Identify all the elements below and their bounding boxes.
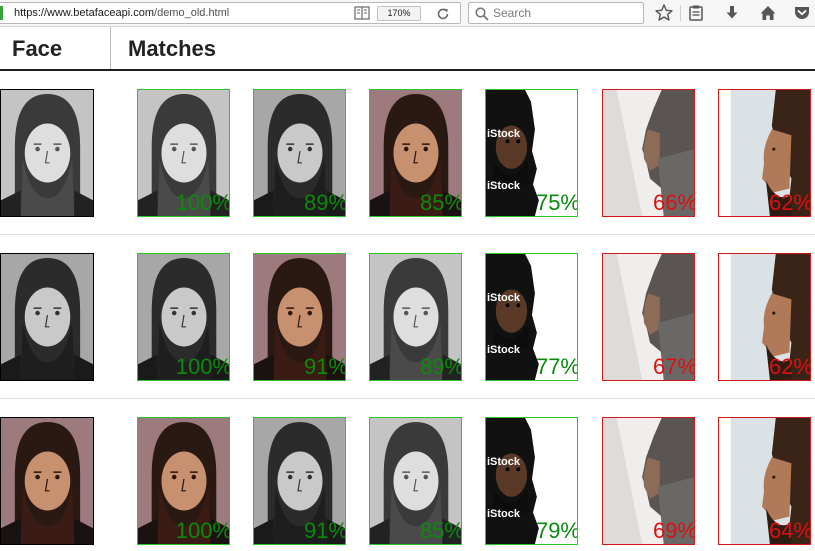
url-bar[interactable]: https://www.betafaceapi.com/demo_old.htm… xyxy=(0,2,461,24)
match-score: 89% xyxy=(419,354,462,379)
toolbar-separator xyxy=(680,5,681,21)
match-score: 69% xyxy=(652,518,695,543)
match-score: 75% xyxy=(535,190,578,215)
match-thumbnail[interactable]: 67% xyxy=(602,253,695,381)
match-thumbnail[interactable]: 89% xyxy=(253,89,346,217)
search-icon xyxy=(474,6,490,22)
row-separator xyxy=(0,234,815,235)
istock-watermark: iStock xyxy=(487,456,521,468)
istock-watermark: iStock xyxy=(487,344,521,356)
match-thumbnail[interactable]: 91% xyxy=(253,417,346,545)
matches-column-header: Matches xyxy=(128,36,217,61)
reading-list-icon[interactable] xyxy=(686,3,706,23)
browser-toolbar: https://www.betafaceapi.com/demo_old.htm… xyxy=(0,0,815,27)
match-score: 85% xyxy=(419,190,462,215)
istock-watermark: iStock xyxy=(487,128,521,140)
match-score: 64% xyxy=(768,518,811,543)
match-thumbnail[interactable]: 64% xyxy=(718,417,811,545)
match-score: 89% xyxy=(303,190,346,215)
url-host: https://www.betafaceapi.com xyxy=(14,7,155,19)
match-thumbnail[interactable]: 85% xyxy=(369,89,462,217)
reader-view-icon[interactable] xyxy=(354,6,370,20)
match-thumbnail[interactable]: 100% xyxy=(137,253,230,381)
match-thumbnail[interactable]: 89% xyxy=(369,253,462,381)
match-thumbnail[interactable]: iStock iStock 79% xyxy=(485,417,578,545)
match-score: 91% xyxy=(303,354,346,379)
match-score: 85% xyxy=(419,518,462,543)
match-thumbnail[interactable]: 62% xyxy=(718,253,811,381)
match-score: 100% xyxy=(175,354,230,379)
match-score: 67% xyxy=(652,354,695,379)
match-score: 100% xyxy=(175,518,230,543)
query-face-image[interactable] xyxy=(0,417,94,545)
header-rule xyxy=(0,69,815,71)
match-score: 79% xyxy=(535,518,578,543)
pocket-icon[interactable] xyxy=(792,3,812,23)
reload-icon[interactable] xyxy=(435,6,451,22)
match-thumbnail[interactable]: 85% xyxy=(369,417,462,545)
match-score: 62% xyxy=(768,190,811,215)
match-thumbnail[interactable]: 100% xyxy=(137,417,230,545)
home-icon[interactable] xyxy=(758,3,778,23)
download-icon[interactable] xyxy=(722,3,742,23)
match-score: 62% xyxy=(768,354,811,379)
url-text[interactable]: https://www.betafaceapi.com/demo_old.htm… xyxy=(14,7,229,19)
match-thumbnail[interactable]: iStock iStock 77% xyxy=(485,253,578,381)
search-input[interactable] xyxy=(493,5,641,21)
match-thumbnail[interactable]: 100% xyxy=(137,89,230,217)
row-separator xyxy=(0,398,815,399)
match-score: 91% xyxy=(303,518,346,543)
zoom-level-badge[interactable]: 170% xyxy=(377,6,421,21)
match-score: 100% xyxy=(175,190,230,215)
match-thumbnail[interactable]: 91% xyxy=(253,253,346,381)
face-column-header: Face xyxy=(12,36,63,61)
istock-watermark: iStock xyxy=(487,292,521,304)
url-path: /demo_old.html xyxy=(154,7,230,19)
match-thumbnail[interactable]: iStock iStock 75% xyxy=(485,89,578,217)
istock-watermark: iStock xyxy=(487,508,521,520)
istock-watermark: iStock xyxy=(487,180,521,192)
match-score: 77% xyxy=(535,354,578,379)
match-thumbnail[interactable]: 69% xyxy=(602,417,695,545)
match-score: 66% xyxy=(652,190,695,215)
search-bar[interactable] xyxy=(468,2,644,24)
page-content: Face Matches 100% 89% 85% iStock iStock 75% 66… xyxy=(0,27,815,551)
bookmark-star-icon[interactable] xyxy=(654,3,674,23)
match-thumbnail[interactable]: 62% xyxy=(718,89,811,217)
header-column-divider xyxy=(110,27,111,71)
query-face-image[interactable] xyxy=(0,89,94,217)
match-thumbnail[interactable]: 66% xyxy=(602,89,695,217)
site-identity-icon[interactable] xyxy=(0,6,3,20)
query-face-image[interactable] xyxy=(0,253,94,381)
